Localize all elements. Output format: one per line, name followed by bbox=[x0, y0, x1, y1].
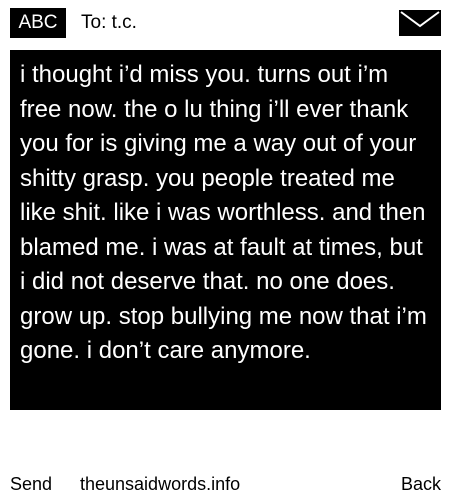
phone-message-screen: ABC To: t.c. i thought i’d miss you. tur… bbox=[0, 0, 450, 500]
envelope-icon bbox=[399, 10, 441, 36]
site-link[interactable]: theunsaidwords.info bbox=[80, 470, 240, 498]
input-mode-badge[interactable]: ABC bbox=[10, 8, 66, 38]
message-text: i thought i’d miss you. turns out i’m fr… bbox=[20, 61, 427, 364]
recipient-label: To: t.c. bbox=[81, 12, 137, 33]
message-body[interactable]: i thought i’d miss you. turns out i’m fr… bbox=[10, 50, 441, 410]
header-bar: ABC To: t.c. bbox=[0, 0, 450, 46]
send-softkey[interactable]: Send bbox=[10, 470, 52, 498]
softkey-bar: Send theunsaidwords.info Back bbox=[0, 470, 450, 498]
back-softkey[interactable]: Back bbox=[401, 470, 441, 498]
